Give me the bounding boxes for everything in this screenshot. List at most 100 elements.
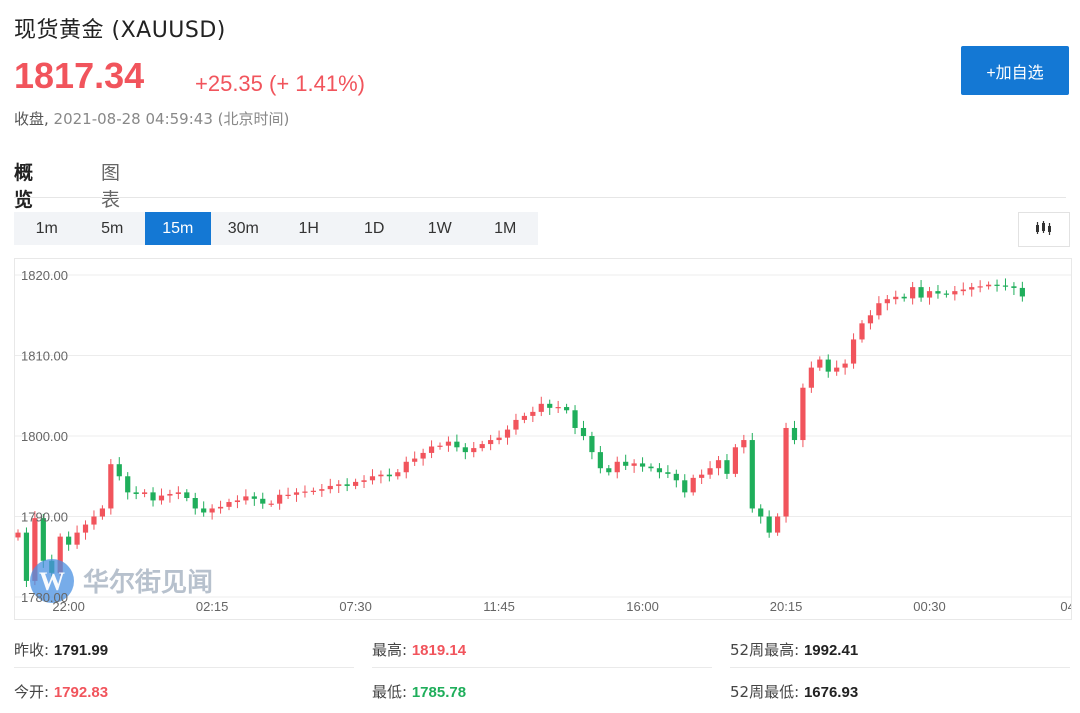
open-label: 今开: [14, 683, 50, 701]
candle-body [488, 440, 494, 445]
candle-body [682, 480, 688, 493]
candle-body [547, 403, 553, 408]
candle [378, 470, 384, 484]
candle [969, 282, 975, 297]
period-1d[interactable]: 1D [342, 212, 408, 245]
candle [732, 444, 738, 478]
period-5m[interactable]: 5m [80, 212, 146, 245]
candle-body [403, 461, 409, 473]
candle [437, 442, 443, 450]
candle-body [952, 291, 958, 295]
candle-body [724, 460, 730, 474]
candle [977, 280, 983, 293]
candle [724, 454, 730, 480]
candle [344, 478, 350, 492]
candle [817, 356, 823, 371]
stat-prev-close: 昨收: 1791.99 [14, 632, 108, 669]
period-1w[interactable]: 1W [407, 212, 473, 245]
candle-body [243, 496, 249, 501]
candle-body [437, 445, 443, 447]
candle [23, 527, 30, 588]
candle-body [184, 492, 190, 498]
y-tick-label: 1810.00 [21, 349, 68, 364]
candle-body [361, 480, 367, 482]
candle-body [462, 447, 468, 453]
x-tick-label: 16:00 [626, 599, 659, 614]
candle-body [369, 476, 376, 481]
candle [66, 531, 72, 551]
candle-body [901, 296, 907, 299]
add-to-watchlist-button[interactable]: +加自选 [961, 46, 1069, 95]
candle [614, 456, 620, 479]
candle-body [707, 468, 713, 475]
candle [665, 465, 671, 479]
high-label: 最高: [372, 641, 408, 659]
chart-type-button[interactable] [1018, 212, 1070, 247]
candle-body [538, 403, 544, 412]
candle-body [158, 495, 165, 501]
candle [184, 489, 190, 502]
candle [108, 459, 114, 515]
candle [319, 483, 325, 497]
candle [217, 500, 224, 514]
stat-open: 今开: 1792.83 [14, 674, 108, 711]
candle-body [741, 440, 747, 448]
period-1m[interactable]: 1m [14, 212, 80, 245]
low-value: 1785.78 [411, 684, 467, 701]
candle [707, 461, 713, 479]
candle-body [504, 429, 511, 438]
candle-body [842, 363, 848, 368]
prev-close-value: 1791.99 [53, 642, 109, 659]
tab-divider [14, 197, 1066, 198]
candle [749, 432, 755, 513]
candle-body [960, 289, 966, 292]
period-1h[interactable]: 1H [276, 212, 342, 245]
x-tick-label: 04:4 [1060, 599, 1071, 614]
candle [673, 469, 679, 488]
candle [547, 399, 553, 415]
candle [876, 296, 882, 320]
candle [74, 525, 80, 549]
candle [395, 469, 401, 480]
candle [783, 422, 789, 523]
period-30m[interactable]: 30m [211, 212, 277, 245]
price-chart[interactable]: W 华尔街见闻 1820.00 1810.00 1800.00 1790.00 1780… [14, 258, 1080, 620]
candle-body [775, 516, 781, 533]
candle [943, 290, 949, 298]
divider [14, 667, 354, 668]
candle [310, 487, 316, 495]
candle [82, 520, 89, 540]
candle [125, 472, 131, 500]
low-label: 最低: [372, 683, 408, 701]
candle-body [631, 463, 637, 466]
candlestick-icon [1034, 220, 1054, 240]
candle [555, 400, 561, 414]
candle-body [420, 452, 426, 459]
stat-52w-high: 52周最高: 1992.41 [730, 632, 858, 669]
candle-body [40, 518, 46, 561]
candle [893, 290, 899, 305]
candle-body [378, 474, 384, 477]
candle-body [74, 532, 80, 545]
candle [521, 412, 527, 424]
x-tick-label: 00:30 [913, 599, 946, 614]
candle-body [572, 410, 578, 428]
candle [488, 434, 494, 451]
candle-body [310, 490, 316, 492]
candle [825, 354, 831, 378]
candle [260, 492, 266, 509]
candle-body [133, 492, 139, 494]
candle [564, 403, 570, 414]
candle [623, 454, 629, 470]
period-15m[interactable]: 15m [145, 212, 211, 245]
candle [116, 457, 122, 481]
candle [192, 492, 198, 515]
candle-body [825, 359, 831, 372]
candle [445, 436, 452, 452]
period-1mo[interactable]: 1M [473, 212, 539, 245]
candle-body [673, 473, 679, 481]
candle-body [277, 494, 283, 504]
y-tick-label: 1820.00 [21, 268, 68, 283]
candle-body [969, 287, 975, 290]
candle [867, 310, 874, 330]
